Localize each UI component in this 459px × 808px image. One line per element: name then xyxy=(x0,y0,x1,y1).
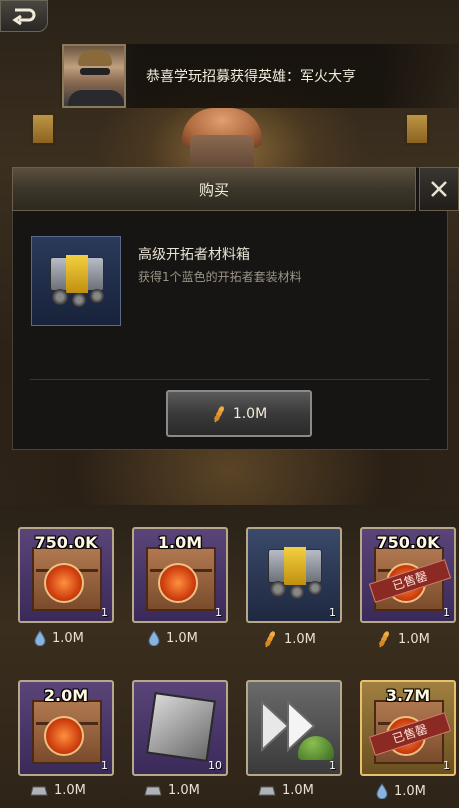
shop-slot[interactable]: 2.0M 1 xyxy=(18,680,114,776)
close-button[interactable] xyxy=(419,167,459,211)
slot-quantity: 10 xyxy=(208,759,222,772)
dialog-title-text: 购买 xyxy=(198,180,229,199)
slot-quantity: 1 xyxy=(329,759,336,772)
slot-price: 1.0M xyxy=(30,783,86,798)
slot-amount: 750.0K xyxy=(376,533,440,552)
slot-quantity: 1 xyxy=(329,606,336,619)
slot-price-value: 1.0M xyxy=(54,783,86,798)
slot-price: 1.0M xyxy=(262,630,316,648)
shop-slot[interactable]: 750.0K 1 xyxy=(18,527,114,623)
slot-quantity: 1 xyxy=(101,759,108,772)
slot-price-value: 1.0M xyxy=(166,630,198,646)
dialog-divider xyxy=(30,379,430,380)
shop-slot-sold-out[interactable]: 750.0K 已售罄 1 xyxy=(360,527,456,623)
wheat-icon xyxy=(265,631,275,648)
slot-price: 1.0M xyxy=(34,630,84,646)
back-arrow-icon xyxy=(12,8,36,26)
slot-price: 1.0M xyxy=(376,783,426,799)
slot-price-value: 1.0M xyxy=(168,783,200,798)
slot-price-value: 1.0M xyxy=(394,783,426,799)
dialog-title: 购买 xyxy=(12,167,416,211)
slot-price: 1.0M xyxy=(258,783,314,798)
slot-quantity: 1 xyxy=(215,606,222,619)
hero-avatar xyxy=(62,44,126,108)
slot-price-value: 1.0M xyxy=(282,783,314,798)
item-description: 获得1个蓝色的开拓者套装材料 xyxy=(138,270,302,284)
shop-slot[interactable]: 1.0M 1 xyxy=(132,527,228,623)
water-drop-icon xyxy=(376,783,388,799)
slot-price-value: 1.0M xyxy=(284,631,316,647)
background-window xyxy=(404,112,430,146)
metal-ingot-icon xyxy=(30,786,48,795)
metal-ingot-icon xyxy=(144,786,162,795)
slot-amount: 2.0M xyxy=(43,686,89,705)
slot-price: 1.0M xyxy=(376,630,430,648)
slot-price: 1.0M xyxy=(144,783,200,798)
slot-amount: 1.0M xyxy=(157,533,203,552)
shop-slot-sold-out[interactable]: 3.7M 已售罄 1 xyxy=(360,680,456,776)
slot-amount: 750.0K xyxy=(34,533,98,552)
slot-price: 1.0M xyxy=(148,630,198,646)
slot-quantity: 1 xyxy=(443,606,450,619)
water-drop-icon xyxy=(148,630,160,646)
buy-price: 1.0M xyxy=(232,405,268,422)
wheat-badge-icon xyxy=(44,716,84,756)
close-icon xyxy=(431,181,447,197)
water-drop-icon xyxy=(34,630,46,646)
shop-slot[interactable]: 10 xyxy=(132,680,228,776)
metal-crate-icon xyxy=(145,691,217,763)
item-name: 高级开拓者材料箱 xyxy=(138,247,250,263)
slot-quantity: 1 xyxy=(443,759,450,772)
shop-slot[interactable]: 1 xyxy=(246,680,342,776)
background-window xyxy=(30,112,56,146)
explorer-material-chest-icon xyxy=(42,251,112,311)
slot-amount: 3.7M xyxy=(385,686,431,705)
ingot-badge-icon xyxy=(158,563,198,603)
slot-price-value: 1.0M xyxy=(52,630,84,646)
item-icon-frame xyxy=(31,236,121,326)
ingot-badge-icon xyxy=(44,563,84,603)
slot-price-value: 1.0M xyxy=(398,631,430,647)
wheat-icon xyxy=(214,405,224,422)
explorer-material-chest-icon xyxy=(260,543,330,603)
shop-slot[interactable]: 1 xyxy=(246,527,342,623)
slot-quantity: 1 xyxy=(101,606,108,619)
back-button[interactable] xyxy=(0,0,48,32)
recruit-notice-text: 恭喜学玩招募获得英雄：军火大亨 xyxy=(146,69,356,85)
wheat-icon xyxy=(379,631,389,648)
metal-ingot-icon xyxy=(258,786,276,795)
buy-button[interactable]: 1.0M xyxy=(166,390,312,437)
